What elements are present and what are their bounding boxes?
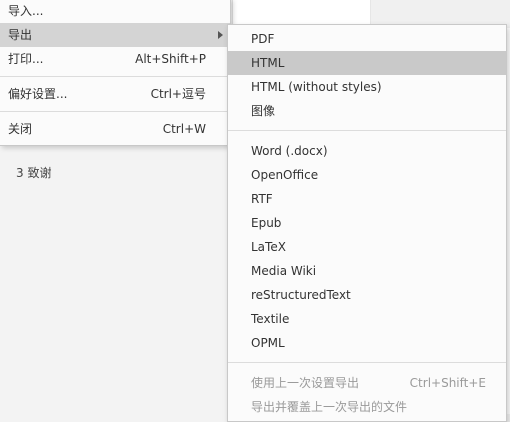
menu-item-print[interactable]: 打印... Alt+Shift+P xyxy=(0,47,230,71)
file-menu: 导入... 导出 打印... Alt+Shift+P 偏好设置... Ctrl+… xyxy=(0,0,231,146)
outline-item-acknowledgements[interactable]: 3 致谢 xyxy=(16,164,51,181)
menu-item-label: 导出 xyxy=(8,28,33,42)
menu-item-label: Epub xyxy=(251,216,282,230)
menu-item-label: HTML xyxy=(251,56,285,70)
menu-item-label: 打印... xyxy=(8,52,44,66)
export-with-last-settings[interactable]: 使用上一次设置导出 Ctrl+Shift+E xyxy=(228,371,506,395)
export-latex[interactable]: LaTeX xyxy=(228,235,506,259)
export-mediawiki[interactable]: Media Wiki xyxy=(228,259,506,283)
menu-separator xyxy=(228,130,506,131)
menu-item-shortcut: Ctrl+W xyxy=(162,122,206,136)
export-rtf[interactable]: RTF xyxy=(228,187,506,211)
menu-item-label: 偏好设置... xyxy=(8,87,68,101)
export-submenu: PDF HTML HTML (without styles) 图像 Word (… xyxy=(227,24,507,422)
menu-item-label: Media Wiki xyxy=(251,264,317,278)
menu-item-label: PDF xyxy=(251,32,275,46)
menu-item-import[interactable]: 导入... xyxy=(0,0,230,23)
export-restructuredtext[interactable]: reStructuredText xyxy=(228,283,506,307)
menu-item-label: HTML (without styles) xyxy=(251,80,382,94)
menu-item-label: reStructuredText xyxy=(251,288,351,302)
menu-item-label: OpenOffice xyxy=(251,168,319,182)
menu-item-preferences[interactable]: 偏好设置... Ctrl+逗号 xyxy=(0,82,230,106)
menu-item-label: 使用上一次设置导出 xyxy=(251,376,360,390)
menu-item-label: 关闭 xyxy=(8,122,33,136)
menu-item-label: LaTeX xyxy=(251,240,286,254)
menu-item-label: RTF xyxy=(251,192,273,206)
menu-item-label: 导入... xyxy=(8,4,44,18)
export-word[interactable]: Word (.docx) xyxy=(228,139,506,163)
export-textile[interactable]: Textile xyxy=(228,307,506,331)
menu-item-label: 图像 xyxy=(251,104,276,118)
menu-separator xyxy=(228,362,506,363)
export-html[interactable]: HTML xyxy=(228,51,506,75)
menu-item-label: OPML xyxy=(251,336,285,350)
menu-item-shortcut: Ctrl+Shift+E xyxy=(409,376,486,390)
menu-item-shortcut: Alt+Shift+P xyxy=(135,52,206,66)
menu-separator xyxy=(0,76,230,77)
menu-item-shortcut: Ctrl+逗号 xyxy=(150,87,206,101)
export-image[interactable]: 图像 xyxy=(228,99,506,123)
menu-item-label: 导出并覆盖上一次导出的文件 xyxy=(251,400,408,414)
menu-item-export[interactable]: 导出 xyxy=(0,23,230,47)
export-epub[interactable]: Epub xyxy=(228,211,506,235)
menu-item-label: Textile xyxy=(251,312,290,326)
chevron-right-icon xyxy=(218,31,223,39)
menu-item-close[interactable]: 关闭 Ctrl+W xyxy=(0,117,230,141)
menu-item-label: Word (.docx) xyxy=(251,144,328,158)
export-pdf[interactable]: PDF xyxy=(228,27,506,51)
menu-separator xyxy=(0,111,230,112)
export-opml[interactable]: OPML xyxy=(228,331,506,355)
export-openoffice[interactable]: OpenOffice xyxy=(228,163,506,187)
export-overwrite-last[interactable]: 导出并覆盖上一次导出的文件 xyxy=(228,395,506,419)
export-html-without-styles[interactable]: HTML (without styles) xyxy=(228,75,506,99)
